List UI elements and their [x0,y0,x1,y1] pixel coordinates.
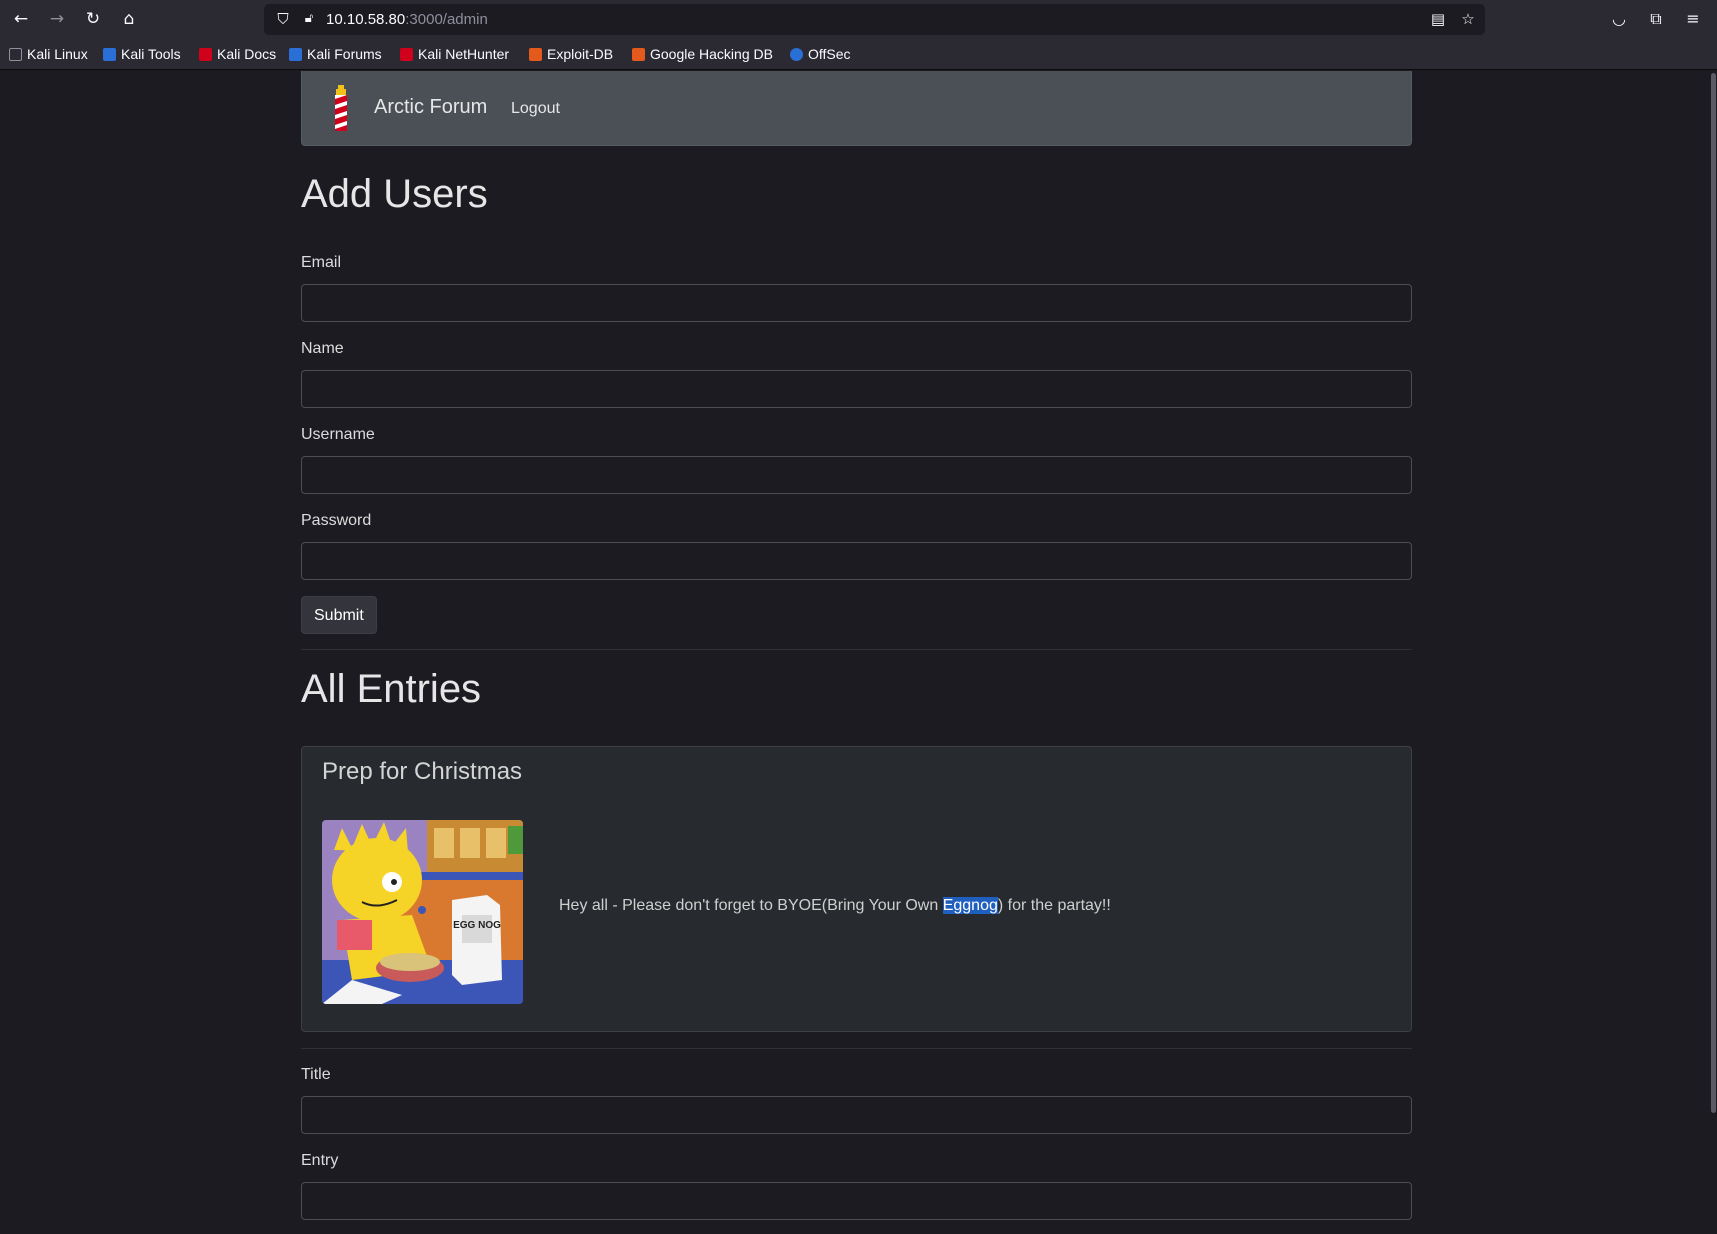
bookmark-label: Google Hacking DB [650,46,773,62]
section-divider [301,649,1412,650]
username-field[interactable] [301,456,1412,494]
bookmark-kali-docs[interactable]: Kali Docs [199,38,276,70]
kali-forums-icon [289,48,302,61]
bookmark-kali-tools[interactable]: Kali Tools [103,38,181,70]
browser-toolbar: ← → ↻ ⌂ ⛉ 🔓︎ 10.10.58.80:3000/admin ▤ ☆ … [0,0,1717,38]
all-entries-heading: All Entries [301,667,482,711]
kali-tools-icon [103,48,116,61]
title-label: Title [301,1066,331,1083]
bookmark-exploit-db[interactable]: Exploit-DB [529,38,613,70]
entry-text-after: ) for the partay!! [997,897,1111,914]
offsec-icon [790,48,803,61]
url-bar[interactable]: ⛉ 🔓︎ 10.10.58.80:3000/admin ▤ ☆ [264,4,1485,35]
back-arrow-icon[interactable]: ← [6,5,36,33]
site-brand[interactable]: Arctic Forum [374,71,487,143]
tracking-shield-icon[interactable]: ⛉ [272,8,294,30]
add-users-heading: Add Users [301,172,488,216]
name-field[interactable] [301,370,1412,408]
kali-docs-icon [199,48,212,61]
email-field[interactable] [301,284,1412,322]
entry-label: Entry [301,1152,339,1169]
bookmark-label: Kali Linux [27,46,88,62]
bookmark-google-hacking-db[interactable]: Google Hacking DB [632,38,773,70]
email-label: Email [301,254,342,271]
reload-icon[interactable]: ↻ [78,5,108,33]
bookmark-label: Kali Tools [121,46,181,62]
eggnog-cartoon-image: EGG NOG [322,820,523,1004]
extensions-icon[interactable]: ⧉ [1641,5,1671,33]
app-menu-icon[interactable]: ≡ [1678,5,1708,33]
url-path: :3000/admin [405,11,488,28]
bookmark-kali-forums[interactable]: Kali Forums [289,38,382,70]
google-hacking-db-icon [632,48,645,61]
username-label: Username [301,426,375,443]
kali-nethunter-icon [400,48,413,61]
pocket-icon[interactable]: ◡ [1604,5,1634,33]
url-text[interactable]: 10.10.58.80:3000/admin [326,4,488,35]
bookmarks-bar: Kali Linux Kali Tools Kali Docs Kali For… [0,38,1717,70]
name-label: Name [301,340,344,357]
entry-field[interactable] [301,1182,1412,1220]
exploit-db-icon [529,48,542,61]
page-viewport: Arctic Forum Logout Add Users Email Name… [0,71,1717,1234]
entry-divider [301,1048,1412,1049]
entry-card: Prep for Christmas EGG NOG Hey all - Ple… [301,746,1412,1032]
password-field[interactable] [301,542,1412,580]
page-scrollbar[interactable] [1709,71,1717,1234]
bookmark-kali-linux[interactable]: Kali Linux [9,38,88,70]
scrollbar-thumb[interactable] [1711,73,1716,1113]
home-icon[interactable]: ⌂ [114,5,144,33]
reader-view-icon[interactable]: ▤ [1426,8,1450,30]
password-label: Password [301,512,372,529]
bookmark-label: Exploit-DB [547,46,614,62]
logout-link[interactable]: Logout [511,71,560,147]
bookmark-label: Kali NetHunter [418,46,510,62]
bookmark-kali-nethunter[interactable]: Kali NetHunter [400,38,509,70]
entry-body: Hey all - Please don't forget to BYOE(Br… [559,897,1111,915]
forward-arrow-icon[interactable]: → [42,5,72,33]
bookmark-label: Kali Docs [217,46,277,62]
site-navbar: Arctic Forum Logout [301,71,1412,146]
insecure-lock-icon[interactable]: 🔓︎ [298,8,320,30]
bookmark-label: OffSec [808,46,851,62]
eggnog-carton-label: EGG NOG [453,920,501,931]
lighthouse-logo-icon[interactable] [333,85,349,133]
submit-button[interactable]: Submit [301,596,377,634]
entry-text-selected: Eggnog [942,897,998,914]
bookmark-star-icon[interactable]: ☆ [1456,8,1480,30]
url-host: 10.10.58.80 [326,11,406,28]
bookmark-label: Kali Forums [307,46,382,62]
entry-title: Prep for Christmas [322,758,523,785]
title-field[interactable] [301,1096,1412,1134]
entry-text-before: Hey all - Please don't forget to BYOE(Br… [559,897,943,914]
bookmark-offsec[interactable]: OffSec [790,38,851,70]
kali-linux-icon [9,48,22,61]
